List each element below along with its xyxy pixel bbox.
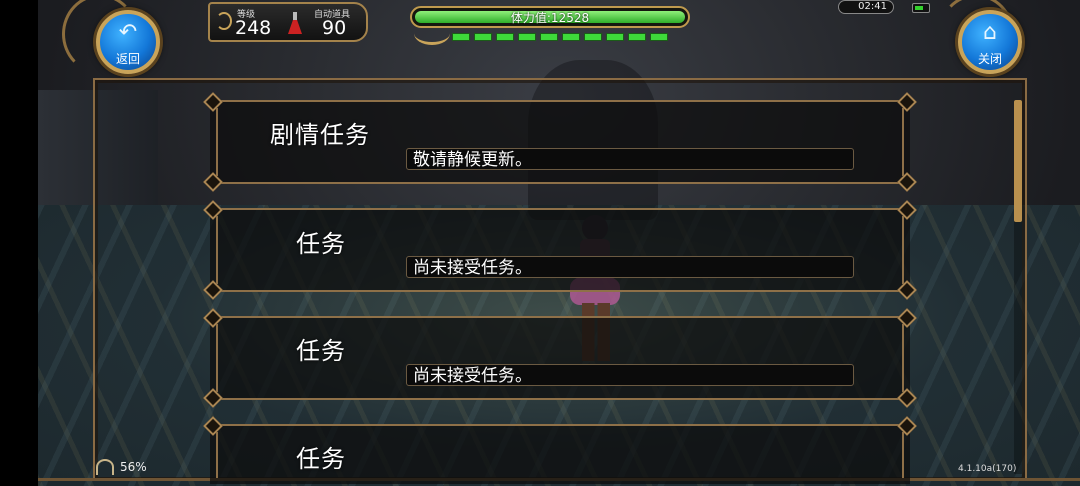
close-button[interactable]: ⌂ 关闭 <box>958 10 1022 74</box>
quest-title: 任务 <box>296 445 346 473</box>
quest-row[interactable]: 任务 尚未接受任务。 <box>203 308 917 408</box>
stamina-segment <box>496 33 514 41</box>
stamina-segment <box>540 33 558 41</box>
clock: 02:41 <box>838 0 894 14</box>
quest-status: 尚未接受任务。 <box>406 364 854 386</box>
quest-row[interactable]: 任务 尚未接受任务。 <box>203 200 917 300</box>
quest-status: 敬请静候更新。 <box>406 148 854 170</box>
stamina-bar: 体力值:12528 <box>410 6 690 28</box>
home-icon: ⌂ <box>983 20 997 45</box>
quest-title: 任务 <box>296 337 346 365</box>
level-value: 248 <box>235 17 272 39</box>
stamina-segment <box>628 33 646 41</box>
stamina-segments <box>452 33 672 43</box>
stamina-segment <box>584 33 602 41</box>
stamina-segment <box>650 33 668 41</box>
scrollbar-thumb[interactable] <box>1014 100 1022 222</box>
version-text: 4.1.10a(170) <box>958 464 1017 474</box>
battery-fill <box>915 6 923 10</box>
quest-row[interactable]: 任务 <box>203 416 917 484</box>
stamina-segment <box>452 33 470 41</box>
quest-title: 任务 <box>296 230 346 258</box>
quest-row-story[interactable]: 剧情任务 敬请静候更新。 <box>203 92 917 192</box>
back-button-label: 返回 <box>115 52 140 66</box>
stamina-segment <box>474 33 492 41</box>
stamina-segment <box>518 33 536 41</box>
quest-title: 剧情任务 <box>270 121 370 149</box>
signal-icon <box>96 459 114 475</box>
stamina-segment <box>562 33 580 41</box>
auto-item-value: 90 <box>322 17 347 39</box>
quest-status: 尚未接受任务。 <box>406 256 854 278</box>
close-button-label: 关闭 <box>977 52 1002 66</box>
back-arrow-icon: ↶ <box>118 20 138 45</box>
player-stats-plate: 等级 248 自动道具 90 <box>208 2 368 42</box>
potion-icon <box>288 12 302 36</box>
level-icon <box>216 12 232 30</box>
percent-indicator: 56% <box>120 460 147 474</box>
back-button[interactable]: ↶ 返回 <box>96 10 160 74</box>
stamina-text: 体力值:12528 <box>510 11 590 25</box>
crescent-ornament <box>414 22 450 45</box>
stamina-segment <box>606 33 624 41</box>
